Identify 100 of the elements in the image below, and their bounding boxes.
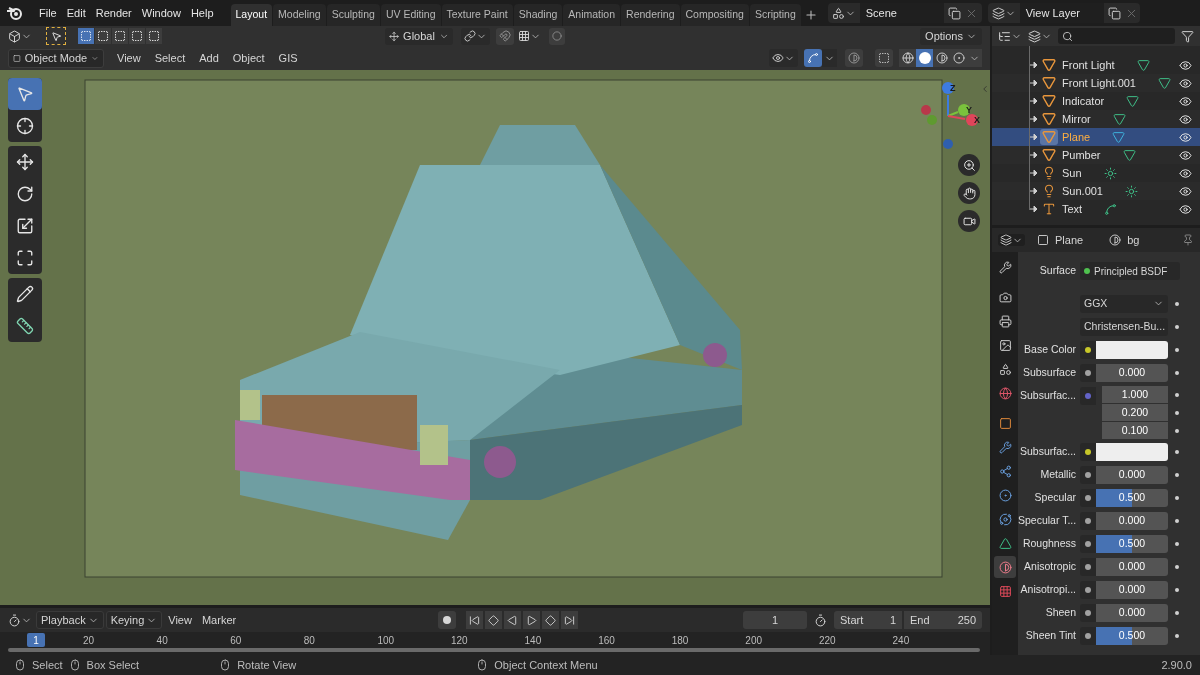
- logo-icon[interactable]: [6, 6, 22, 20]
- keyframe-dot-icon[interactable]: [1175, 472, 1179, 477]
- current-frame-field[interactable]: 1: [743, 611, 807, 629]
- vector-field[interactable]: 0.100: [1102, 422, 1168, 439]
- mesh-data-icon[interactable]: [1112, 130, 1126, 144]
- menu-item[interactable]: View: [164, 611, 196, 629]
- add-workspace-icon[interactable]: [803, 8, 818, 22]
- rotate-icon[interactable]: [16, 185, 34, 203]
- playhead[interactable]: 1: [27, 633, 45, 647]
- keyframe-dot-icon[interactable]: [1175, 324, 1179, 329]
- eye-icon[interactable]: [1179, 130, 1192, 144]
- mesh-data-icon[interactable]: [1112, 112, 1126, 126]
- workspace-tab[interactable]: Compositing: [680, 4, 749, 26]
- workspace-tab[interactable]: Scripting: [749, 4, 801, 26]
- slider-field[interactable]: 0.000: [1096, 557, 1168, 576]
- square-icon[interactable]: [13, 52, 21, 64]
- workspace-tab[interactable]: Layout: [230, 4, 273, 26]
- pointer-icon[interactable]: [50, 30, 62, 42]
- link-icon[interactable]: [464, 30, 476, 42]
- expand-icon[interactable]: [1030, 61, 1038, 69]
- mode-dropdown[interactable]: Object Mode: [8, 48, 104, 68]
- eye-icon[interactable]: [1179, 112, 1192, 126]
- triangle-icon[interactable]: [1042, 76, 1056, 90]
- visibility-dropdown[interactable]: [769, 49, 798, 67]
- eye-icon[interactable]: [1179, 94, 1192, 108]
- eye-icon[interactable]: [772, 52, 784, 64]
- color-swatch[interactable]: [1096, 340, 1168, 359]
- menu-item[interactable]: Help: [185, 4, 219, 22]
- socket-button[interactable]: [1080, 340, 1096, 359]
- menu-item[interactable]: File: [34, 4, 62, 22]
- editor-type-button[interactable]: [998, 234, 1025, 246]
- expand-icon[interactable]: [1030, 133, 1038, 141]
- keyframe-dot-icon[interactable]: [1175, 610, 1179, 615]
- color-swatch[interactable]: [1096, 442, 1168, 461]
- menu-item[interactable]: Window: [136, 4, 186, 22]
- workspace-tab[interactable]: Rendering: [621, 4, 680, 26]
- keyframe-dot-icon[interactable]: [1175, 301, 1179, 306]
- start-frame-field[interactable]: Start 1: [834, 611, 902, 629]
- text-icon[interactable]: [1042, 202, 1056, 216]
- transform-icon[interactable]: [16, 249, 34, 267]
- view-layer-field[interactable]: View Layer: [1019, 3, 1104, 23]
- mouse-middle-icon[interactable]: [219, 659, 232, 671]
- tree-icon[interactable]: [998, 29, 1011, 43]
- axes-icon[interactable]: [389, 30, 400, 42]
- socket-button[interactable]: [1080, 603, 1096, 622]
- options-dropdown[interactable]: Options: [920, 27, 982, 45]
- menu-item[interactable]: Edit: [61, 4, 91, 22]
- eye-icon[interactable]: [1179, 148, 1192, 162]
- mouse-middle-icon[interactable]: [68, 659, 81, 671]
- end-frame-field[interactable]: End 250: [904, 611, 982, 629]
- search-field[interactable]: [1058, 28, 1175, 44]
- workspace-tab[interactable]: UV Editing: [380, 4, 441, 26]
- copy-icon[interactable]: [1107, 6, 1121, 20]
- filter-layer-button[interactable]: [1028, 29, 1052, 43]
- keyframe-dot-icon[interactable]: [1175, 587, 1179, 592]
- workspace-tab[interactable]: Animation: [563, 4, 621, 26]
- vector-field[interactable]: 0.200: [1102, 404, 1168, 421]
- expand-icon[interactable]: [1030, 205, 1038, 213]
- workspace-tab[interactable]: Modeling: [273, 4, 326, 26]
- workspace-tab[interactable]: Texture Paint: [441, 4, 513, 26]
- cube-icon[interactable]: [8, 29, 21, 43]
- mouse-right-icon[interactable]: [476, 659, 489, 671]
- eye-icon[interactable]: [1179, 202, 1192, 216]
- crosshair-icon[interactable]: [16, 117, 34, 135]
- dropdown[interactable]: Christensen-Bu...: [1080, 317, 1168, 336]
- expand-icon[interactable]: [1030, 97, 1038, 105]
- keyframe-dot-icon[interactable]: [1175, 429, 1179, 433]
- menu-item[interactable]: Add: [192, 49, 226, 67]
- search-icon[interactable]: [1062, 30, 1073, 42]
- slider-field[interactable]: 0.500: [1096, 534, 1168, 553]
- menu-dropdown[interactable]: Playback: [36, 611, 104, 629]
- shader-field[interactable]: Principled BSDF: [1080, 262, 1180, 280]
- keyframe-dot-icon[interactable]: [1175, 633, 1179, 638]
- menu-item[interactable]: Object: [225, 49, 272, 67]
- expand-icon[interactable]: [1030, 79, 1038, 87]
- shapes-icon[interactable]: [831, 6, 845, 20]
- keyframe-dot-icon[interactable]: [1175, 411, 1179, 415]
- proportional-toggle[interactable]: [549, 27, 565, 45]
- bulb-icon[interactable]: [1042, 184, 1056, 198]
- keyframe-dot-icon[interactable]: [1175, 495, 1179, 500]
- socket-button[interactable]: [1080, 442, 1096, 461]
- socket-button[interactable]: [1080, 511, 1096, 530]
- expand-icon[interactable]: [1030, 169, 1038, 177]
- expand-icon[interactable]: [1030, 187, 1038, 195]
- slider-field[interactable]: 0.000: [1096, 603, 1168, 622]
- sun-icon[interactable]: [1125, 184, 1138, 198]
- eye-icon[interactable]: [1179, 184, 1192, 198]
- keyframe-dot-icon[interactable]: [1175, 449, 1179, 454]
- dropdown[interactable]: GGX: [1080, 294, 1168, 313]
- display-mode-button[interactable]: [998, 29, 1022, 43]
- keyframe-dot-icon[interactable]: [1175, 564, 1179, 569]
- outliner-row[interactable]: Plane: [992, 128, 1200, 146]
- sun-icon[interactable]: [1103, 166, 1117, 180]
- socket-button[interactable]: [1080, 580, 1096, 599]
- scale-icon[interactable]: [16, 217, 34, 235]
- keyframe-dot-icon[interactable]: [1175, 393, 1179, 397]
- expand-icon[interactable]: [1030, 115, 1038, 123]
- pointer-icon[interactable]: [16, 85, 34, 103]
- bulb-icon[interactable]: [1042, 166, 1056, 180]
- slider-field[interactable]: 0.500: [1096, 626, 1168, 645]
